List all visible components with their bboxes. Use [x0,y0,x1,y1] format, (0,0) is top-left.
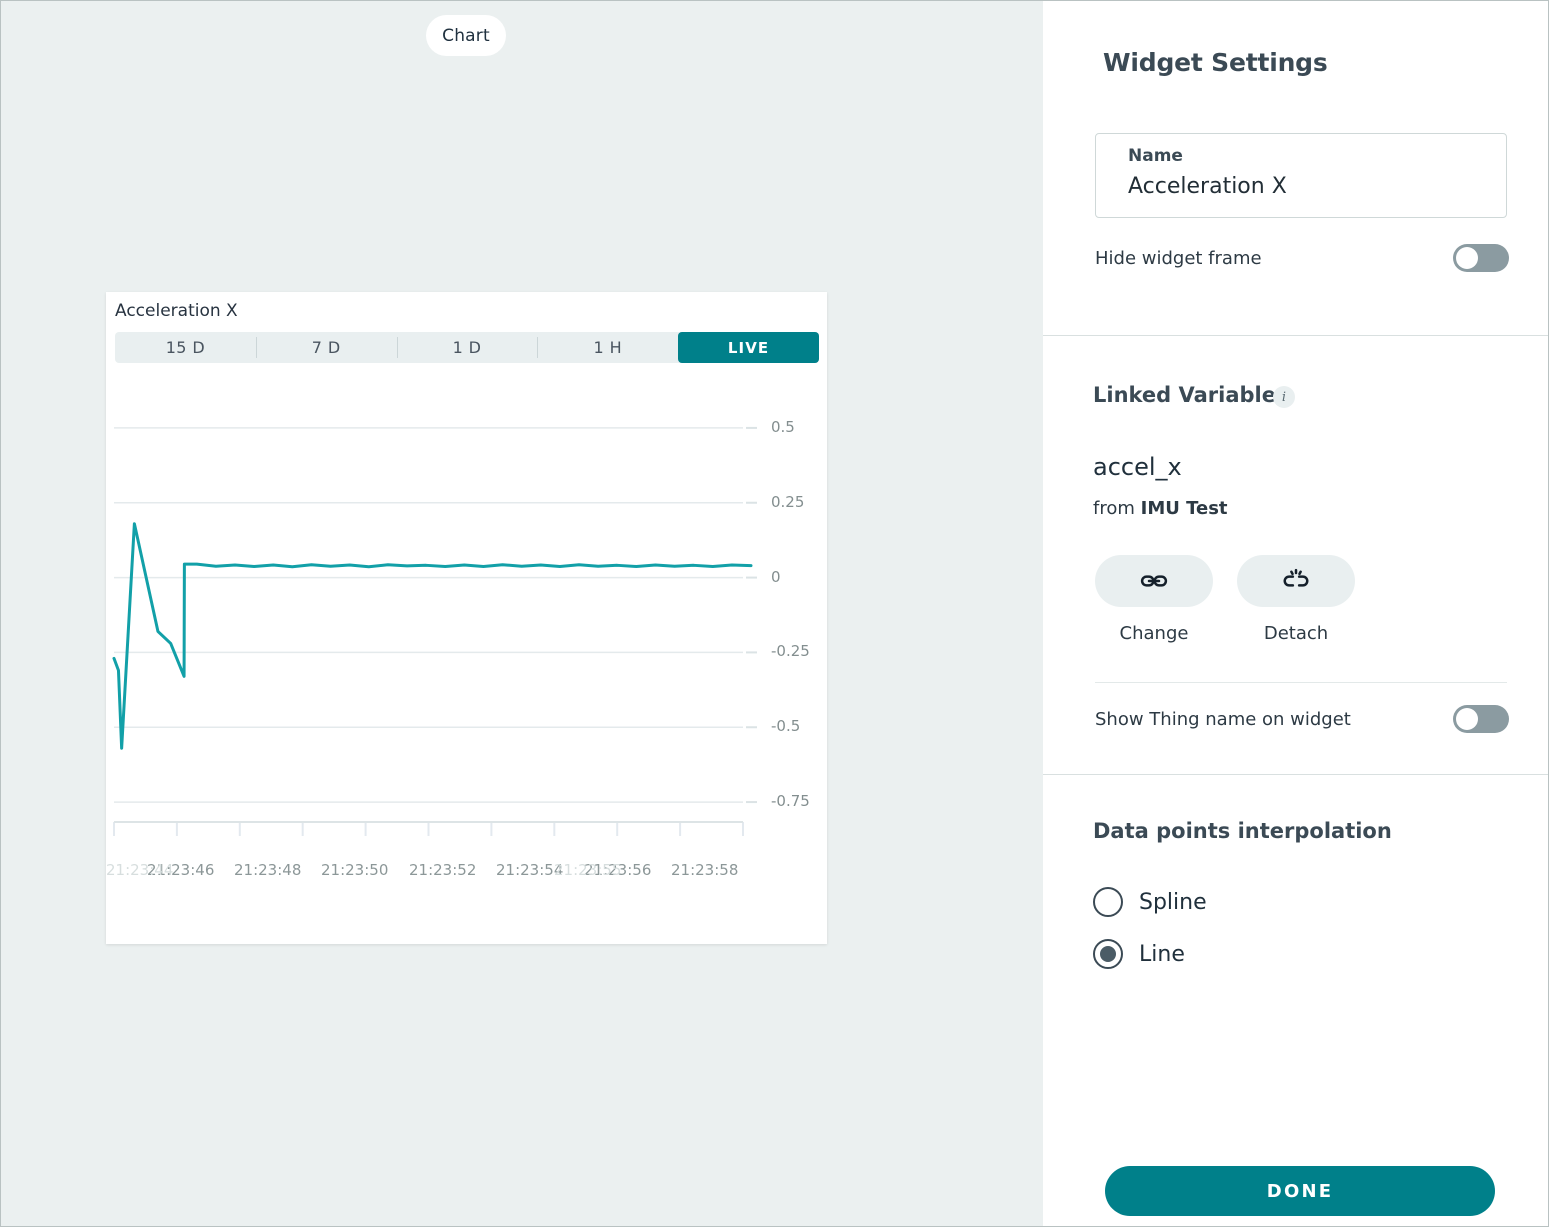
range-button-1d[interactable]: 1 D [396,332,538,363]
linked-variable-source: from IMU Test [1093,498,1228,519]
range-label: 1 D [452,338,482,357]
radio-line[interactable] [1093,939,1123,969]
y-axis-label: -0.5 [771,717,801,736]
from-prefix: from [1093,498,1141,519]
widget-title: Acceleration X [115,301,238,321]
x-axis-label: 21:23:48 [234,861,302,879]
section-divider-2 [1043,774,1548,775]
change-variable-button[interactable] [1095,555,1213,607]
linked-variable-name: accel_x [1093,453,1182,481]
linked-variable-title: Linked Variable [1093,383,1276,407]
link-icon [1140,575,1168,587]
range-button-15d[interactable]: 15 D [115,332,256,363]
section-divider-inner [1095,682,1507,683]
show-thing-name-toggle[interactable] [1453,705,1509,733]
widget-settings-panel: Widget Settings Name Acceleration X Hide… [1043,1,1548,1226]
detach-variable-button[interactable] [1237,555,1355,607]
x-axis-label: 21:23:50 [321,861,389,879]
app-root: Chart Acceleration X 15 D 7 D 1 D 1 H LI… [0,0,1549,1227]
chart-widget-card: Acceleration X 15 D 7 D 1 D 1 H LIVE 0.5… [106,292,827,944]
widget-name-field[interactable]: Name Acceleration X [1095,133,1507,218]
toggle-knob [1456,708,1478,730]
chart-svg [112,426,757,836]
y-axis-label: -0.25 [771,642,810,661]
thing-name: IMU Test [1140,498,1228,519]
radio-line-label: Line [1139,941,1185,967]
chart-gridlines [114,426,757,804]
broken-link-icon [1283,568,1309,587]
range-button-1h[interactable]: 1 H [537,332,678,363]
radio-spline-label: Spline [1139,889,1207,915]
x-axis-label-faded: 21:23:55 [554,861,622,879]
hide-widget-frame-label: Hide widget frame [1095,248,1262,269]
detach-variable-label: Detach [1263,623,1329,644]
change-variable-label: Change [1119,623,1189,644]
widget-name-label: Name [1128,146,1183,166]
range-button-live[interactable]: LIVE [678,332,819,363]
interpolation-title: Data points interpolation [1093,819,1392,843]
x-axis-label-faded: 21:23:44 [106,861,174,879]
y-axis-label: 0.25 [771,492,805,511]
toggle-knob [1456,247,1478,269]
range-label: 7 D [311,338,341,357]
range-label: LIVE [727,338,770,357]
dashboard-canvas: Chart Acceleration X 15 D 7 D 1 D 1 H LI… [1,1,1041,1226]
panel-title: Widget Settings [1103,48,1328,77]
radio-option-line[interactable]: Line [1093,939,1185,969]
info-icon-glyph: i [1281,389,1287,405]
chart-plot-area [106,372,827,892]
x-axis-label: 21:23:52 [409,861,477,879]
hide-widget-frame-toggle[interactable] [1453,244,1509,272]
range-label: 15 D [165,338,206,357]
widget-name-input[interactable]: Acceleration X [1128,174,1287,199]
y-axis-label: 0.5 [771,417,795,436]
info-icon[interactable]: i [1273,386,1295,408]
y-axis-label: 0 [771,567,781,586]
x-axis-label: 21:23:58 [671,861,739,879]
radio-spline[interactable] [1093,887,1123,917]
chart-x-ticks [113,822,744,836]
chart-tab-label: Chart [442,25,490,46]
y-axis-label: -0.75 [771,792,810,811]
chart-series-line [112,522,753,750]
done-button[interactable]: DONE [1105,1166,1495,1216]
time-range-selector: 15 D 7 D 1 D 1 H LIVE [115,332,819,363]
radio-option-spline[interactable]: Spline [1093,887,1207,917]
range-button-7d[interactable]: 7 D [255,332,397,363]
show-thing-name-label: Show Thing name on widget [1095,709,1351,730]
range-label: 1 H [593,338,623,357]
section-divider-1 [1043,335,1548,336]
chart-tab[interactable]: Chart [426,15,506,56]
